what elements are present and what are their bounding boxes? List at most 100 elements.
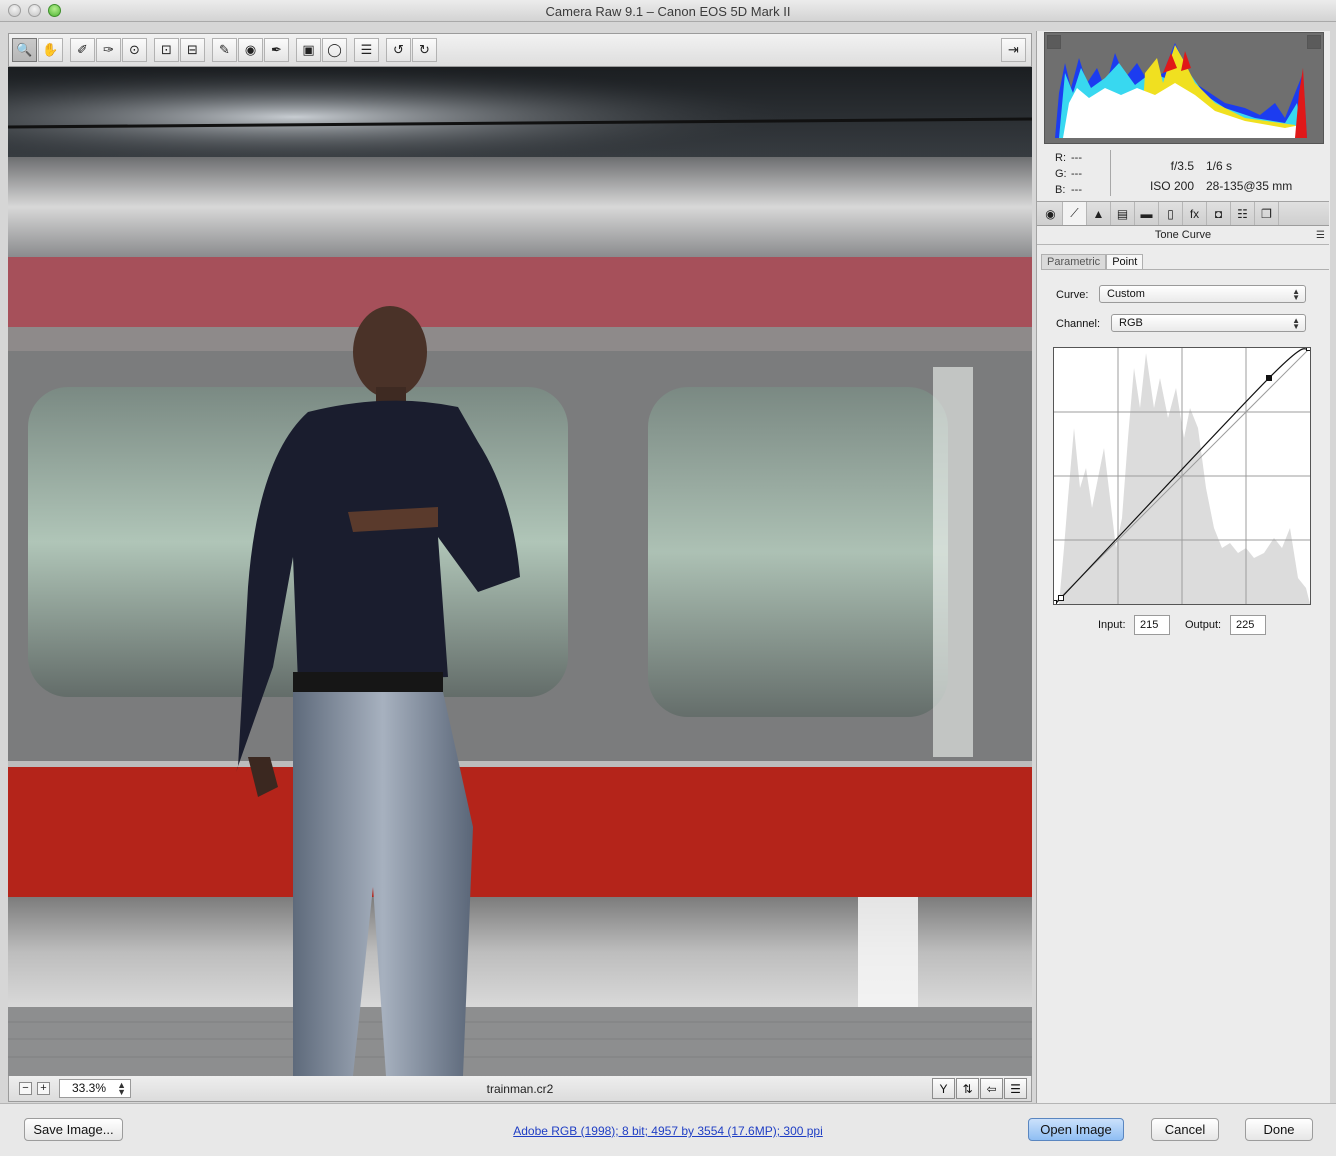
preferences-tool-button[interactable]: ☰ [354, 38, 379, 62]
curve-preset-select[interactable]: Custom ▲ ▼ [1099, 285, 1306, 303]
tool-separator [380, 38, 385, 62]
radial-filter-tool-icon: ◯ [327, 42, 342, 57]
camera-calibration-tab[interactable]: ◘ [1207, 202, 1231, 225]
rotate-left-tool-icon: ↺ [393, 42, 404, 57]
copy-settings-icon: ⇦ [986, 1081, 997, 1096]
open-image-button[interactable]: Open Image [1028, 1118, 1124, 1141]
image-preview[interactable] [8, 67, 1032, 1076]
panel-menu-icon[interactable]: ☰ [1316, 227, 1325, 244]
tool-bar: 🔍 ✋ ✐ ✑ ⊙ ⊡ ⊟ ✎ ◉ ✒ ▣ ◯ ☰ ↺ ↻ ⇥ [8, 33, 1032, 67]
hand-tool-button[interactable]: ✋ [38, 38, 63, 62]
hsl-tab-icon: ▤ [1116, 206, 1129, 221]
camera-calibration-tab-icon: ◘ [1214, 206, 1223, 221]
b-label: B: [1055, 184, 1066, 196]
toggle-settings-icon: ☰ [1010, 1081, 1021, 1096]
g-label: G: [1055, 168, 1067, 180]
copy-settings-button[interactable]: ⇦ [980, 1078, 1003, 1099]
tone-curve-tab[interactable]: ⟋ [1063, 202, 1087, 225]
detail-tab-icon: ▲ [1092, 206, 1105, 221]
panel-header: Tone Curve ☰ [1037, 227, 1329, 245]
done-button[interactable]: Done [1245, 1118, 1313, 1141]
effects-tab-icon: fx [1189, 206, 1200, 221]
curve-preset-value: Custom [1107, 288, 1145, 300]
fullscreen-toggle-button[interactable]: ⇥ [1001, 38, 1026, 62]
targeted-adjustment-tool-button[interactable]: ⊙ [122, 38, 147, 62]
r-value: --- [1071, 152, 1082, 164]
curve-control-point[interactable] [1051, 600, 1057, 606]
tool-separator [148, 38, 153, 62]
crop-tool-icon: ⊡ [161, 42, 172, 57]
color-sampler-tool-button[interactable]: ✑ [96, 38, 121, 62]
channel-label: Channel: [1056, 318, 1101, 330]
toggle-settings-button[interactable]: ☰ [1004, 1078, 1027, 1099]
shutter-speed: 1/6 s [1206, 159, 1233, 173]
straighten-tool-button[interactable]: ⊟ [180, 38, 205, 62]
white-balance-tool-button[interactable]: ✐ [70, 38, 95, 62]
radial-filter-tool-button[interactable]: ◯ [322, 38, 347, 62]
graduated-filter-tool-button[interactable]: ▣ [296, 38, 321, 62]
straighten-tool-icon: ⊟ [187, 42, 198, 57]
output-field[interactable]: 225 [1230, 615, 1266, 635]
panel-title: Tone Curve [1154, 229, 1212, 241]
detail-tab[interactable]: ▲ [1087, 202, 1111, 225]
iso: ISO 200 [1149, 179, 1194, 193]
curve-control-point[interactable] [1306, 345, 1312, 351]
highlight-clipping-warning-button[interactable] [1307, 35, 1321, 49]
before-after-button[interactable]: Y [932, 1078, 955, 1099]
rotate-right-tool-button[interactable]: ↻ [412, 38, 437, 62]
r-label: R: [1055, 152, 1066, 164]
channel-select[interactable]: RGB ▲ ▼ [1111, 314, 1306, 332]
info-divider [1110, 150, 1111, 196]
split-toning-tab-icon: ▬ [1140, 206, 1153, 221]
snapshots-tab-icon: ❐ [1261, 206, 1272, 221]
g-value: --- [1071, 168, 1082, 180]
tone-curve-graph [1042, 345, 1312, 617]
tab-point[interactable]: Point [1106, 254, 1144, 270]
select-arrows-icon: ▲ ▼ [1292, 287, 1300, 302]
rotate-left-tool-button[interactable]: ↺ [386, 38, 411, 62]
workflow-options-link[interactable]: Adobe RGB (1998); 8 bit; 4957 by 3554 (1… [0, 1124, 1336, 1138]
lens-corrections-tab[interactable]: ▯ [1159, 202, 1183, 225]
adjustment-brush-tool-button[interactable]: ✒ [264, 38, 289, 62]
hsl-tab[interactable]: ▤ [1111, 202, 1135, 225]
bottom-bar: Save Image... Adobe RGB (1998); 8 bit; 4… [0, 1103, 1336, 1156]
split-toning-tab[interactable]: ▬ [1135, 202, 1159, 225]
hand-tool-icon: ✋ [42, 42, 59, 57]
window-title-bar: Camera Raw 9.1 – Canon EOS 5D Mark II [0, 0, 1336, 22]
histogram-graph [1055, 43, 1307, 138]
swap-settings-icon: ⇅ [962, 1081, 973, 1096]
crop-tool-button[interactable]: ⊡ [154, 38, 179, 62]
aperture: f/3.5 [1170, 159, 1194, 173]
tool-separator [290, 38, 295, 62]
lens: 28-135@35 mm [1206, 179, 1293, 193]
input-field[interactable]: 215 [1134, 615, 1170, 635]
graduated-filter-tool-icon: ▣ [302, 42, 315, 57]
tone-curve-editor[interactable] [1042, 345, 1312, 617]
curve-control-point[interactable] [1266, 375, 1272, 381]
presets-tab[interactable]: ☷ [1231, 202, 1255, 225]
zoom-tool-button[interactable]: 🔍 [12, 38, 37, 62]
snapshots-tab[interactable]: ❐ [1255, 202, 1279, 225]
cancel-button[interactable]: Cancel [1151, 1118, 1219, 1141]
b-value: --- [1071, 184, 1082, 196]
basic-tab-icon: ◉ [1045, 206, 1056, 221]
spot-removal-tool-button[interactable]: ✎ [212, 38, 237, 62]
basic-tab[interactable]: ◉ [1039, 202, 1063, 225]
curve-control-point[interactable] [1058, 595, 1064, 601]
before-after-icon: Y [939, 1081, 948, 1096]
histogram [1044, 32, 1324, 144]
panel-tabs: ◉ ⟋ ▲ ▤ ▬ ▯ fx ◘ ☷ ❐ [1037, 201, 1329, 226]
output-label: Output: [1185, 619, 1222, 631]
lens-corrections-tab-icon: ▯ [1167, 206, 1174, 221]
shadow-clipping-warning-button[interactable] [1047, 35, 1061, 49]
effects-tab[interactable]: fx [1183, 202, 1207, 225]
select-arrows-icon: ▲ ▼ [1292, 316, 1300, 331]
zoom-tool-icon: 🔍 [16, 42, 33, 57]
red-eye-tool-button[interactable]: ◉ [238, 38, 263, 62]
tool-group: 🔍 ✋ ✐ ✑ ⊙ ⊡ ⊟ ✎ ◉ ✒ ▣ ◯ ☰ ↺ ↻ [12, 38, 437, 62]
preview-status-bar: − + 33.3% ▲ ▼ trainman.cr2 Y ⇅ ⇦ ☰ [8, 1076, 1032, 1102]
swap-settings-button[interactable]: ⇅ [956, 1078, 979, 1099]
channel-value: RGB [1119, 317, 1143, 329]
tab-parametric[interactable]: Parametric [1041, 254, 1107, 270]
red-eye-tool-icon: ◉ [244, 42, 257, 57]
